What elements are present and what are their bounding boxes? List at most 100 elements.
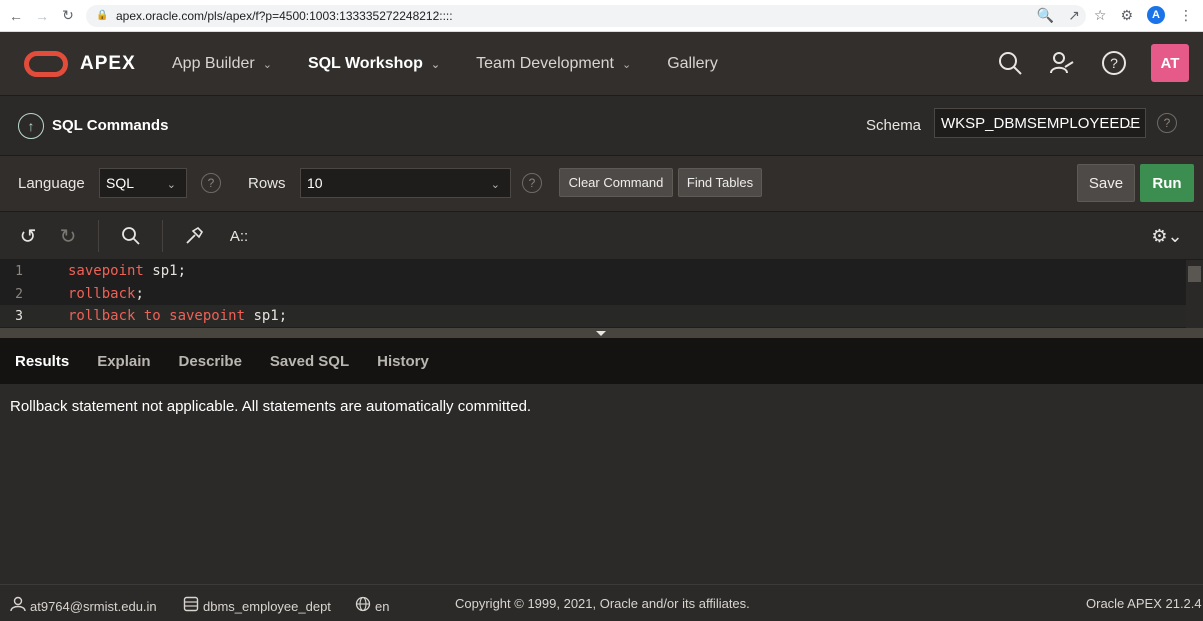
rows-help-icon[interactable]: ? [522, 173, 542, 193]
find-tables-button[interactable]: Find Tables [678, 168, 762, 197]
find-icon[interactable] [119, 224, 143, 248]
footer-copyright: Copyright © 1999, 2021, Oracle and/or it… [455, 596, 750, 611]
user-admin-icon[interactable] [1047, 48, 1077, 78]
sql-text: sp1; [245, 308, 288, 324]
code-text: rollback; [38, 286, 144, 302]
schema-label: Schema [866, 117, 922, 134]
url-text: apex.oracle.com/pls/apex/f?p=4500:1003:1… [116, 9, 453, 23]
sql-keyword: rollback to savepoint [68, 308, 246, 324]
rows-label: Rows [248, 175, 286, 192]
apex-logo-text[interactable]: APEX [80, 53, 136, 75]
forward-icon[interactable]: → [32, 6, 52, 26]
footer-language[interactable]: en [355, 596, 389, 616]
page-title: SQL Commands [52, 117, 169, 134]
sql-keyword: rollback [68, 286, 136, 302]
nav-label: Gallery [667, 55, 718, 72]
database-icon [183, 596, 199, 616]
rows-select[interactable]: 10 ⌄ [300, 168, 511, 198]
nav-label: App Builder [172, 55, 255, 72]
search-icon[interactable] [995, 48, 1025, 78]
clear-command-button[interactable]: Clear Command [559, 168, 673, 197]
schema-value: WKSP_DBMSEMPLOYEEDE [941, 114, 1141, 132]
undo-icon[interactable]: ↺ [16, 224, 40, 248]
arrow-up-icon[interactable]: ↑ [18, 113, 44, 139]
footer-version: Oracle APEX 21.2.4 [1086, 596, 1202, 611]
back-icon[interactable]: ← [6, 6, 26, 26]
code-line: 2 rollback; [0, 283, 1186, 305]
tab-describe[interactable]: Describe [179, 353, 242, 370]
hammer-icon[interactable] [182, 224, 206, 248]
nav-label: SQL Workshop [307, 55, 423, 72]
code-editor[interactable]: 1 savepoint sp1; 2 rollback; 3 rollback … [0, 260, 1203, 328]
toolbar-divider [162, 220, 163, 252]
nav-gallery[interactable]: Gallery [667, 55, 718, 73]
tab-history[interactable]: History [377, 353, 429, 370]
oracle-logo-icon[interactable] [24, 51, 68, 77]
star-icon[interactable]: ☆ [1094, 7, 1107, 24]
tab-saved-sql[interactable]: Saved SQL [270, 353, 349, 370]
page-title-bar: ↑ SQL Commands Schema WKSP_DBMSEMPLOYEED… [0, 96, 1203, 156]
code-text: rollback to savepoint sp1; [38, 308, 287, 324]
rows-value: 10 [307, 175, 323, 191]
profile-avatar[interactable]: A [1147, 6, 1165, 24]
save-button[interactable]: Save [1077, 164, 1135, 202]
language-select[interactable]: SQL ⌄ [99, 168, 187, 198]
share-icon[interactable]: ↗ [1068, 7, 1080, 24]
schema-help-icon[interactable]: ? [1157, 113, 1177, 133]
settings-gear-icon[interactable]: ⚙⌄ [1147, 224, 1187, 248]
footer-workspace-name: dbms_employee_dept [203, 598, 331, 614]
chevron-down-icon: ⌄ [262, 58, 272, 71]
line-number: 2 [15, 286, 23, 302]
sql-text: sp1; [143, 263, 187, 279]
apex-header: APEX App Builder ⌄ SQL Workshop ⌄ Team D… [0, 32, 1203, 96]
results-panel: Rollback statement not applicable. All s… [0, 384, 1203, 584]
menu-icon[interactable]: ⋮ [1179, 7, 1193, 24]
sql-text: ; [135, 286, 144, 302]
svg-text:?: ? [1110, 55, 1118, 71]
text-size-icon[interactable]: A:: [226, 224, 252, 248]
extensions-icon[interactable]: ⚙ [1120, 7, 1133, 24]
nav-app-builder[interactable]: App Builder ⌄ [172, 55, 272, 73]
language-value: SQL [106, 175, 135, 191]
reload-icon[interactable]: ↻ [58, 6, 78, 26]
footer-user[interactable]: at9764@srmist.edu.in [10, 596, 157, 616]
lock-icon: 🔒 [96, 10, 109, 21]
footer-workspace[interactable]: dbms_employee_dept [183, 596, 331, 616]
language-help-icon[interactable]: ? [201, 173, 221, 193]
schema-select[interactable]: WKSP_DBMSEMPLOYEEDE ⌄ [934, 108, 1146, 138]
tab-explain[interactable]: Explain [97, 353, 150, 370]
page-footer: at9764@srmist.edu.in dbms_employee_dept … [0, 584, 1203, 621]
line-number: 1 [15, 263, 23, 279]
browser-actions: 🔍 ↗ ☆ ⚙ A ⋮ [1037, 6, 1193, 24]
command-toolbar: Language SQL ⌄ ? Rows 10 ⌄ ? Clear Comma… [0, 156, 1203, 212]
address-bar[interactable]: 🔒 apex.oracle.com/pls/apex/f?p=4500:1003… [86, 5, 1086, 27]
result-message: Rollback statement not applicable. All s… [10, 398, 532, 415]
toolbar-divider [98, 220, 99, 252]
nav-team-development[interactable]: Team Development ⌄ [476, 55, 631, 73]
help-icon[interactable]: ? [1099, 48, 1129, 78]
tab-results[interactable]: Results [15, 353, 69, 370]
caret-down-icon[interactable] [596, 331, 606, 336]
code-line-current: 3 rollback to savepoint sp1; [0, 305, 1186, 327]
scrollbar-thumb[interactable] [1188, 266, 1201, 282]
user-avatar[interactable]: AT [1151, 44, 1189, 82]
language-label: Language [18, 175, 85, 192]
editor-toolbar: ↺ ↻ A:: ⚙⌄ [0, 212, 1203, 260]
nav-sql-workshop[interactable]: SQL Workshop ⌄ [308, 55, 440, 73]
browser-toolbar: ← → ↻ 🔒 apex.oracle.com/pls/apex/f?p=450… [0, 0, 1203, 32]
redo-icon[interactable]: ↻ [56, 224, 80, 248]
globe-icon [355, 596, 371, 616]
chevron-down-icon: ⌄ [490, 179, 500, 191]
editor-scrollbar[interactable] [1186, 260, 1203, 328]
chevron-down-icon: ⌄ [430, 58, 441, 71]
run-button[interactable]: Run [1140, 164, 1194, 202]
code-text: savepoint sp1; [38, 263, 186, 279]
line-number: 3 [15, 308, 23, 324]
zoom-icon[interactable]: 🔍 [1037, 7, 1054, 24]
user-icon [10, 596, 26, 616]
main-nav: App Builder ⌄ SQL Workshop ⌄ Team Develo… [172, 32, 754, 96]
chevron-down-icon: ⌄ [166, 179, 176, 191]
results-tabs: Results Explain Describe Saved SQL Histo… [0, 338, 1203, 384]
code-line: 1 savepoint sp1; [0, 260, 1186, 282]
chevron-down-icon: ⌄ [1125, 119, 1135, 131]
